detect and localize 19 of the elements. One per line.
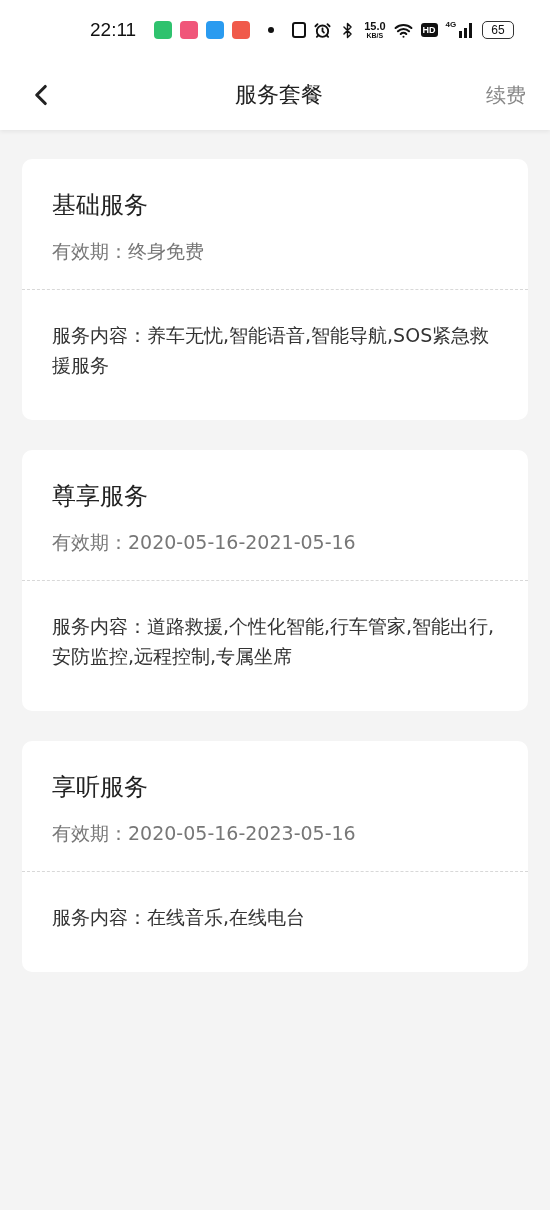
service-title: 享听服务 bbox=[52, 772, 149, 803]
service-content: 服务内容：道路救援,个性化智能,行车管家,智能出行,安防监控,远程控制,专属坐席 bbox=[51, 614, 496, 669]
validity-text: 有效期：2020-05-16-2023-05-16 bbox=[52, 821, 357, 846]
service-title: 尊享服务 bbox=[52, 481, 149, 512]
service-content: 服务内容：在线音乐,在线电台 bbox=[51, 905, 307, 930]
validity-text: 有效期：2020-05-16-2021-05-16 bbox=[52, 530, 357, 555]
dot-icon bbox=[268, 27, 275, 33]
alarm-icon bbox=[314, 21, 332, 39]
network-type: 4G bbox=[445, 20, 457, 29]
page-title: 服务套餐 bbox=[235, 81, 323, 109]
battery-level: 65 bbox=[482, 21, 514, 39]
signal-icon bbox=[458, 22, 475, 38]
hd-label: HD bbox=[420, 23, 438, 37]
status-time: 22:11 bbox=[90, 19, 137, 41]
renew-link[interactable]: 续费 bbox=[486, 81, 534, 109]
service-title: 基础服务 bbox=[52, 190, 149, 221]
network-speed: 15.0 bbox=[364, 21, 386, 32]
validity-text: 有效期：终身免费 bbox=[52, 239, 205, 264]
service-content: 服务内容：养车无忧,智能语音,智能导航,SOS紧急救援服务 bbox=[51, 323, 491, 378]
